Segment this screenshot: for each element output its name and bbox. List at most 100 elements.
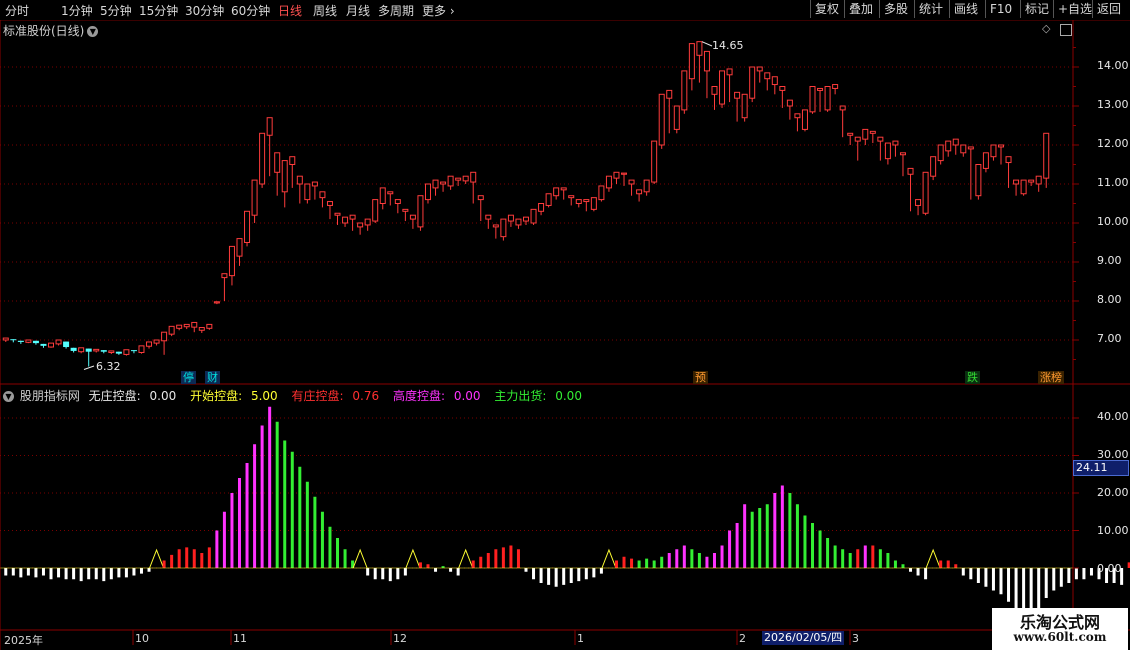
- indicator-bar: [366, 568, 370, 576]
- period-weekly[interactable]: 周线: [313, 2, 337, 19]
- indicator-bar: [456, 568, 460, 576]
- candle-body-up: [877, 136, 884, 142]
- indicator-bar: [811, 523, 815, 568]
- indicator-bar: [584, 568, 588, 580]
- indicator-bar: [351, 560, 355, 568]
- period-1min[interactable]: 1分钟: [61, 2, 93, 19]
- legend-dealer-control: 有庄控盘: 0.76: [292, 389, 385, 403]
- signal-finance[interactable]: 财: [205, 371, 220, 384]
- candle-body-up: [538, 203, 545, 212]
- candle-body-up: [440, 181, 447, 185]
- candle-body-up: [590, 197, 597, 210]
- signal-rise-list[interactable]: 涨榜: [1038, 371, 1064, 384]
- candle-body-up: [621, 172, 628, 175]
- legend-label: 无庄控盘:: [88, 389, 141, 403]
- indicator-bar: [215, 530, 219, 568]
- period-toolbar: 分时 1分钟 5分钟 15分钟 30分钟 60分钟 日线 周线 月线 多周期 更…: [0, 0, 1130, 21]
- legend-label: 开始控盘:: [190, 389, 243, 403]
- indicator-bar: [788, 493, 792, 568]
- overlay-button[interactable]: 叠加: [844, 0, 877, 18]
- indicator-bar: [1014, 568, 1018, 613]
- fuquan-button[interactable]: 复权: [810, 0, 843, 18]
- period-60min[interactable]: 60分钟: [231, 2, 270, 19]
- period-30min[interactable]: 30分钟: [185, 2, 224, 19]
- candle-body-up: [696, 41, 703, 56]
- period-monthly[interactable]: 月线: [346, 2, 370, 19]
- candle-body-up: [1005, 156, 1012, 164]
- candle-body-up: [244, 210, 251, 244]
- time-label-nov: 11: [233, 632, 247, 645]
- indicator-bar: [501, 547, 505, 568]
- indicator-bar: [1037, 568, 1041, 610]
- candle-body-down: [32, 340, 39, 344]
- indicator-bar: [237, 478, 241, 568]
- legend-value: 0.00: [149, 389, 177, 403]
- chevron-right-icon: ›: [446, 4, 455, 18]
- candle-body-up: [387, 191, 394, 195]
- indicator-bar: [313, 496, 317, 568]
- indicator-bars: [0, 406, 1130, 625]
- signal-drop[interactable]: 跌: [965, 371, 980, 384]
- diamond-icon[interactable]: ◇: [1042, 22, 1050, 35]
- add-watchlist-button[interactable]: +自选: [1053, 0, 1096, 18]
- candle-body-up: [952, 138, 959, 146]
- statistics-button[interactable]: 统计: [914, 0, 947, 18]
- indicator-bar: [185, 547, 189, 568]
- indicator-bar: [192, 549, 196, 568]
- indicator-bar: [124, 568, 128, 578]
- price-tick: 14.00: [1097, 59, 1129, 72]
- draw-line-button[interactable]: 画线: [949, 0, 982, 18]
- signal-halt[interactable]: 停: [181, 371, 196, 384]
- signal-forecast[interactable]: 预: [693, 371, 708, 384]
- legend-main-sell: 主力出货: 0.00: [494, 389, 587, 403]
- back-button[interactable]: 返回: [1092, 0, 1125, 18]
- candle-body-up: [854, 136, 861, 142]
- candle-body-down: [130, 350, 137, 352]
- indicator-bar: [64, 568, 68, 580]
- period-multi[interactable]: 多周期: [378, 2, 414, 19]
- candle-body-up: [583, 199, 590, 203]
- candle-body-up: [364, 218, 371, 226]
- indicator-bar: [1007, 568, 1011, 602]
- chevron-down-icon[interactable]: ▼: [87, 26, 99, 37]
- indicator-bar: [720, 545, 724, 568]
- kline-chart[interactable]: 14.65 6.32: [0, 0, 1130, 650]
- indicator-bar: [909, 568, 913, 572]
- indicator-bar: [87, 568, 91, 580]
- candle-body-up: [349, 214, 356, 220]
- candle-body-up: [643, 179, 650, 193]
- candle-body-up: [545, 193, 552, 206]
- period-daily[interactable]: 日线: [278, 2, 302, 19]
- indicator-bar: [479, 556, 483, 568]
- stock-title[interactable]: 标准股份(日线) ▼: [3, 22, 99, 39]
- indicator-bar: [939, 560, 943, 568]
- indicator-bar: [200, 553, 204, 568]
- indicator-bar: [132, 568, 136, 576]
- mark-button[interactable]: 标记: [1020, 0, 1053, 18]
- price-tick: 8.00: [1097, 293, 1122, 306]
- indicator-bar: [924, 568, 928, 580]
- legend-value: 0.76: [352, 389, 380, 403]
- indicator-bar: [109, 568, 113, 580]
- legend-value: 5.00: [250, 389, 278, 403]
- candle-body-up: [598, 185, 605, 201]
- multi-stock-button[interactable]: 多股: [879, 0, 912, 18]
- period-more[interactable]: 更多 ›: [422, 2, 455, 19]
- indicator-bar: [886, 553, 890, 568]
- period-15min[interactable]: 15分钟: [139, 2, 178, 19]
- low-price-pointer: [83, 365, 95, 370]
- period-fenshi[interactable]: 分时: [5, 2, 29, 19]
- candle-body-up: [749, 66, 756, 99]
- panel-toggle-icon[interactable]: [1060, 24, 1072, 36]
- indicator-bar: [954, 564, 958, 568]
- indicator-bar: [863, 545, 867, 568]
- chevron-down-icon[interactable]: ▼: [3, 391, 14, 402]
- indicator-bar: [697, 553, 701, 568]
- f10-button[interactable]: F10: [985, 0, 1016, 18]
- period-5min[interactable]: 5分钟: [100, 2, 132, 19]
- candle-body-up: [236, 238, 243, 257]
- candle-body-up: [801, 109, 808, 130]
- candle-body-up: [960, 144, 967, 154]
- candle-body-up: [982, 152, 989, 169]
- candle-body-up: [605, 175, 612, 189]
